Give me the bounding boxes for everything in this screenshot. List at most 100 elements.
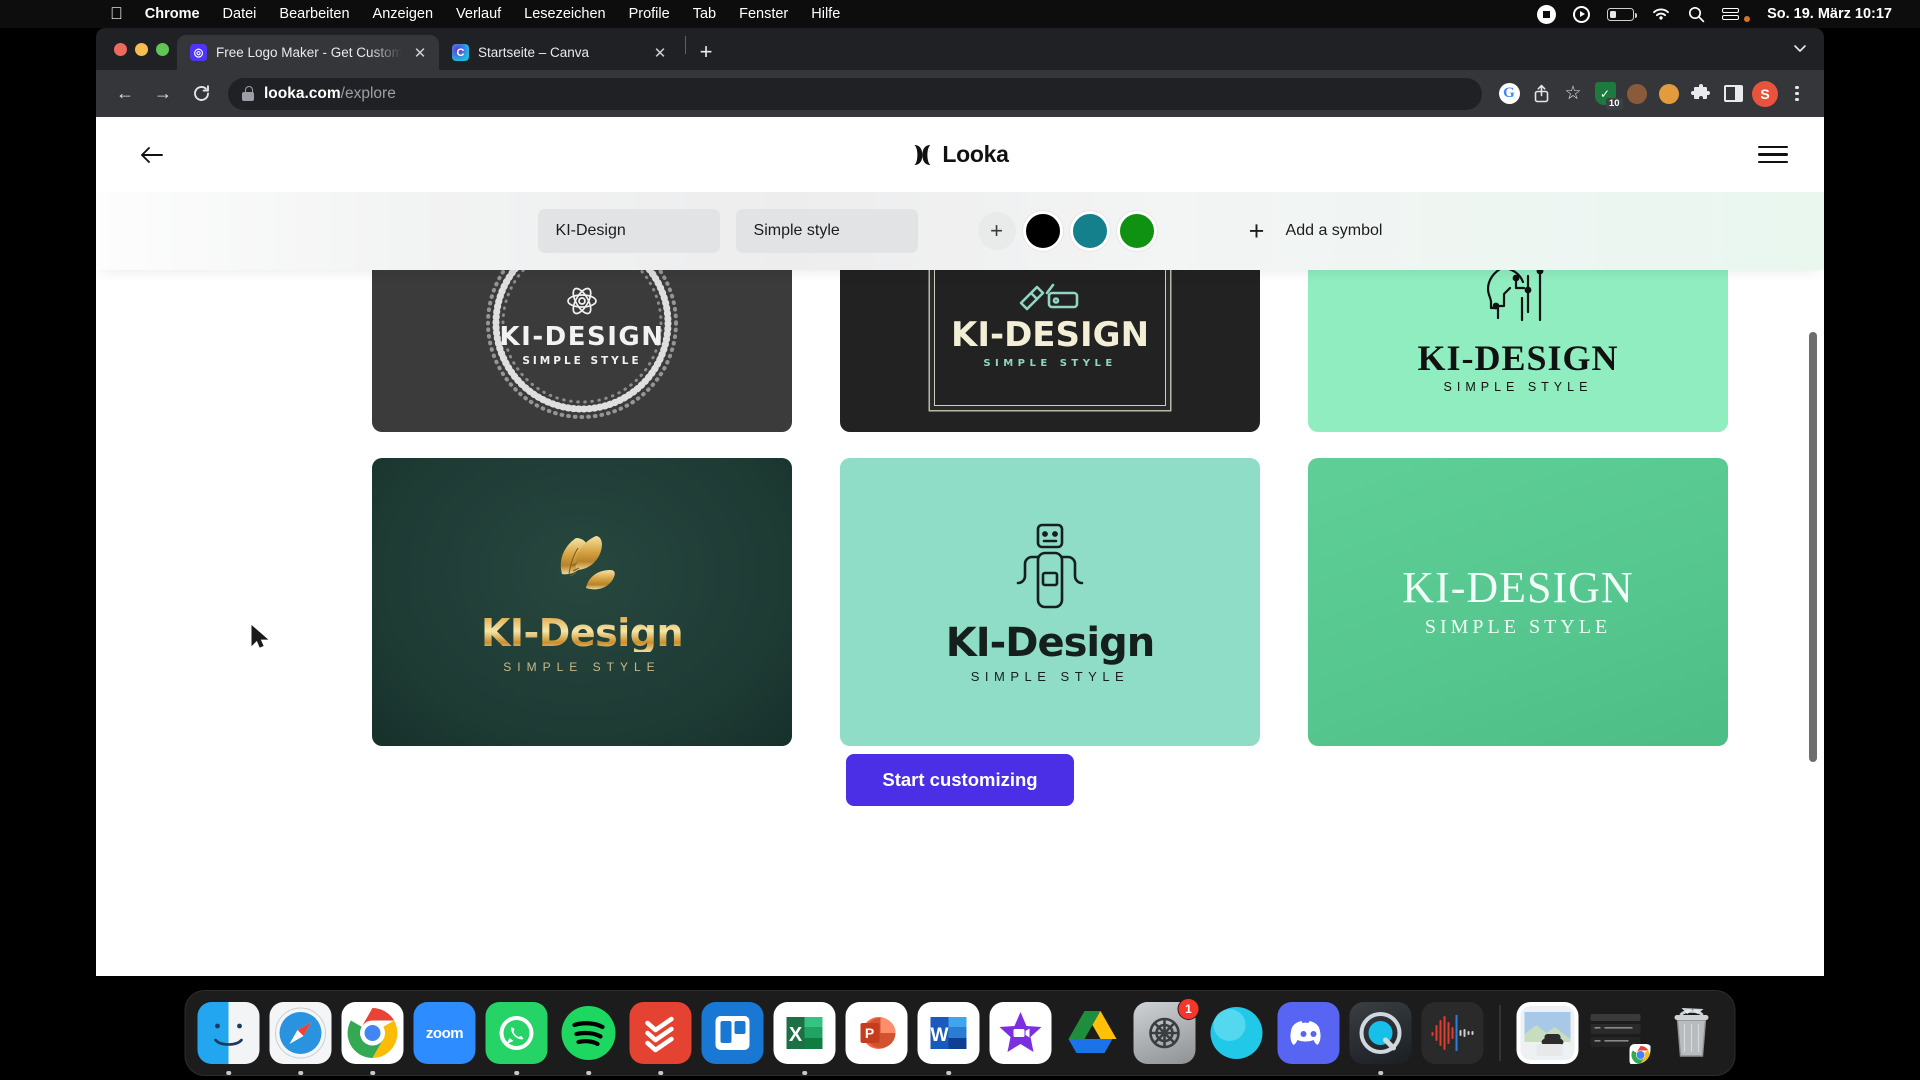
logo-name: KI-DESIGN (1417, 338, 1619, 378)
page-scrollbar[interactable] (1809, 332, 1817, 762)
running-indicator (226, 1070, 231, 1075)
maximize-window-button[interactable] (156, 42, 169, 56)
menu-item-fenster[interactable]: Fenster (739, 6, 788, 22)
svg-text:X: X (789, 1024, 803, 1046)
ai-head-circuit-icon (1486, 270, 1544, 322)
logo-grid: KI-DESIGN SIMPLE STYLE KI-DESIGN SIMPLE … (96, 270, 1824, 746)
side-panel-icon[interactable] (1718, 79, 1748, 109)
extension-cookie-icon[interactable] (1622, 79, 1652, 109)
menu-item-verlauf[interactable]: Verlauf (456, 6, 501, 22)
dock-item-setapp[interactable]: 1 (1133, 998, 1200, 1064)
color-swatch-green[interactable] (1116, 211, 1157, 251)
dock-item-discord[interactable] (1277, 1002, 1340, 1064)
dock-item-audio-editor[interactable] (1421, 1002, 1484, 1064)
dock-item-finder[interactable] (197, 1002, 260, 1075)
close-tab-icon[interactable]: ✕ (651, 44, 669, 62)
menu-item-profile[interactable]: Profile (629, 6, 670, 22)
dock-item-todoist[interactable] (629, 1002, 692, 1075)
battery-icon[interactable] (1607, 7, 1638, 21)
screen-mirroring-icon[interactable] (1573, 5, 1591, 23)
url-path: /explore (340, 84, 396, 102)
color-swatch-teal[interactable] (1069, 211, 1110, 251)
menu-item-lesezeichen[interactable]: Lesezeichen (524, 6, 605, 22)
logo-card-6[interactable]: KI-DESIGN SIMPLE STYLE (1308, 458, 1728, 746)
bookmark-star-icon[interactable]: ☆ (1558, 79, 1588, 109)
menu-item-chrome[interactable]: Chrome (145, 6, 200, 22)
dock-item-trash[interactable] (1661, 1002, 1723, 1064)
looka-brand[interactable]: Looka (911, 141, 1009, 168)
dock-item-word[interactable]: W (917, 1002, 980, 1075)
dock-item-google-drive[interactable] (1062, 1002, 1124, 1064)
chrome-tabstrip: ◎ Free Logo Maker - Get Custom ✕ C Start… (96, 28, 1824, 70)
extensions-puzzle-icon[interactable] (1686, 79, 1716, 109)
menu-item-datei[interactable]: Datei (223, 6, 257, 22)
spotlight-search-icon[interactable] (1688, 6, 1705, 23)
logo-card-1[interactable]: KI-DESIGN SIMPLE STYLE (372, 270, 792, 432)
dock-item-downloads-stack[interactable] (1589, 1002, 1651, 1064)
dock-item-spotify[interactable] (558, 1002, 620, 1075)
chrome-window: ◎ Free Logo Maker - Get Custom ✕ C Start… (96, 28, 1824, 976)
dock-item-chrome[interactable] (341, 1002, 404, 1075)
add-symbol-label: Add a symbol (1285, 222, 1383, 239)
wifi-icon[interactable] (1651, 7, 1671, 22)
apple-logo-icon[interactable]:  (110, 5, 123, 22)
dock-item-imovie[interactable] (989, 1002, 1052, 1064)
slogan-chip[interactable]: Simple style (735, 209, 918, 253)
dock-item-bluejeans[interactable] (1206, 1002, 1268, 1064)
dock-item-safari[interactable] (269, 1002, 332, 1075)
zoom-label: zoom (413, 1002, 476, 1064)
dock-item-whatsapp[interactable] (485, 1002, 548, 1075)
logo-card-3[interactable]: KI-DESIGN SIMPLE STYLE (1308, 270, 1728, 432)
share-icon[interactable] (1526, 79, 1556, 109)
shield-glyph: ✓ 10 (1594, 82, 1623, 110)
extension-honey-icon[interactable] (1654, 79, 1684, 109)
menubar-clock[interactable]: So. 19. März 10:17 (1767, 6, 1892, 22)
page-back-button[interactable] (132, 135, 172, 175)
menu-item-tab[interactable]: Tab (693, 6, 716, 22)
address-bar[interactable]: looka.com/explore (228, 77, 1482, 110)
menu-item-bearbeiten[interactable]: Bearbeiten (279, 6, 349, 22)
window-traffic-lights[interactable] (110, 28, 177, 70)
add-color-button[interactable]: + (977, 212, 1016, 250)
dock-item-trello[interactable] (701, 1002, 764, 1064)
back-button[interactable]: ← (108, 77, 142, 111)
new-tab-button[interactable]: + (692, 38, 720, 66)
start-customizing-button[interactable]: Start customizing (846, 754, 1074, 806)
minimize-window-button[interactable] (135, 42, 148, 56)
browser-tab-looka[interactable]: ◎ Free Logo Maker - Get Custom ✕ (177, 35, 439, 70)
company-name-chip[interactable]: KI-Design (537, 209, 720, 253)
dock-item-quicktime-player[interactable] (1349, 1002, 1412, 1075)
close-tab-icon[interactable]: ✕ (411, 44, 429, 62)
dock-item-excel[interactable]: X (773, 1002, 836, 1075)
logo-card-2[interactable]: KI-DESIGN SIMPLE STYLE (840, 270, 1260, 432)
chrome-menu-icon[interactable] (1782, 79, 1812, 109)
dock-item-photos-folder[interactable] (1516, 1002, 1579, 1064)
looka-logo-icon (911, 143, 933, 167)
google-account-icon[interactable]: G (1494, 79, 1524, 109)
logo-card-5[interactable]: KI-Design SIMPLE STYLE (840, 458, 1260, 746)
looka-page: Looka KI-Design Simple style + + Add a s… (96, 117, 1824, 976)
reload-button[interactable] (184, 77, 218, 111)
menu-item-anzeigen[interactable]: Anzeigen (373, 6, 433, 22)
dock-separator (1499, 1005, 1501, 1061)
control-center-icon[interactable] (1722, 7, 1740, 22)
logo-name: KI-DESIGN (950, 314, 1150, 355)
add-symbol-plus-icon[interactable]: + (1239, 213, 1275, 249)
logo-name: KI-Design (480, 611, 684, 655)
color-swatch-black[interactable] (1022, 211, 1063, 251)
logo-content: KI-DESIGN SIMPLE STYLE (934, 270, 1166, 406)
dock-item-zoom[interactable]: zoom (413, 1002, 476, 1064)
add-symbol-group[interactable]: + Add a symbol (1239, 213, 1383, 249)
forward-button[interactable]: → (146, 77, 180, 111)
menu-item-hilfe[interactable]: Hilfe (811, 6, 840, 22)
record-icon[interactable] (1537, 4, 1557, 24)
dock-item-powerpoint[interactable]: P (845, 1002, 908, 1064)
logo-card-4[interactable]: KI-Design SIMPLE STYLE (372, 458, 792, 746)
close-window-button[interactable] (114, 42, 127, 56)
looka-favicon: ◎ (190, 44, 207, 61)
profile-avatar[interactable]: S (1750, 79, 1780, 109)
chevron-down-icon[interactable] (1792, 40, 1808, 59)
hamburger-menu-icon[interactable] (1758, 145, 1788, 164)
browser-tab-canva[interactable]: C Startseite – Canva ✕ (439, 35, 679, 70)
adblock-shield-icon[interactable]: ✓ 10 (1590, 79, 1623, 110)
